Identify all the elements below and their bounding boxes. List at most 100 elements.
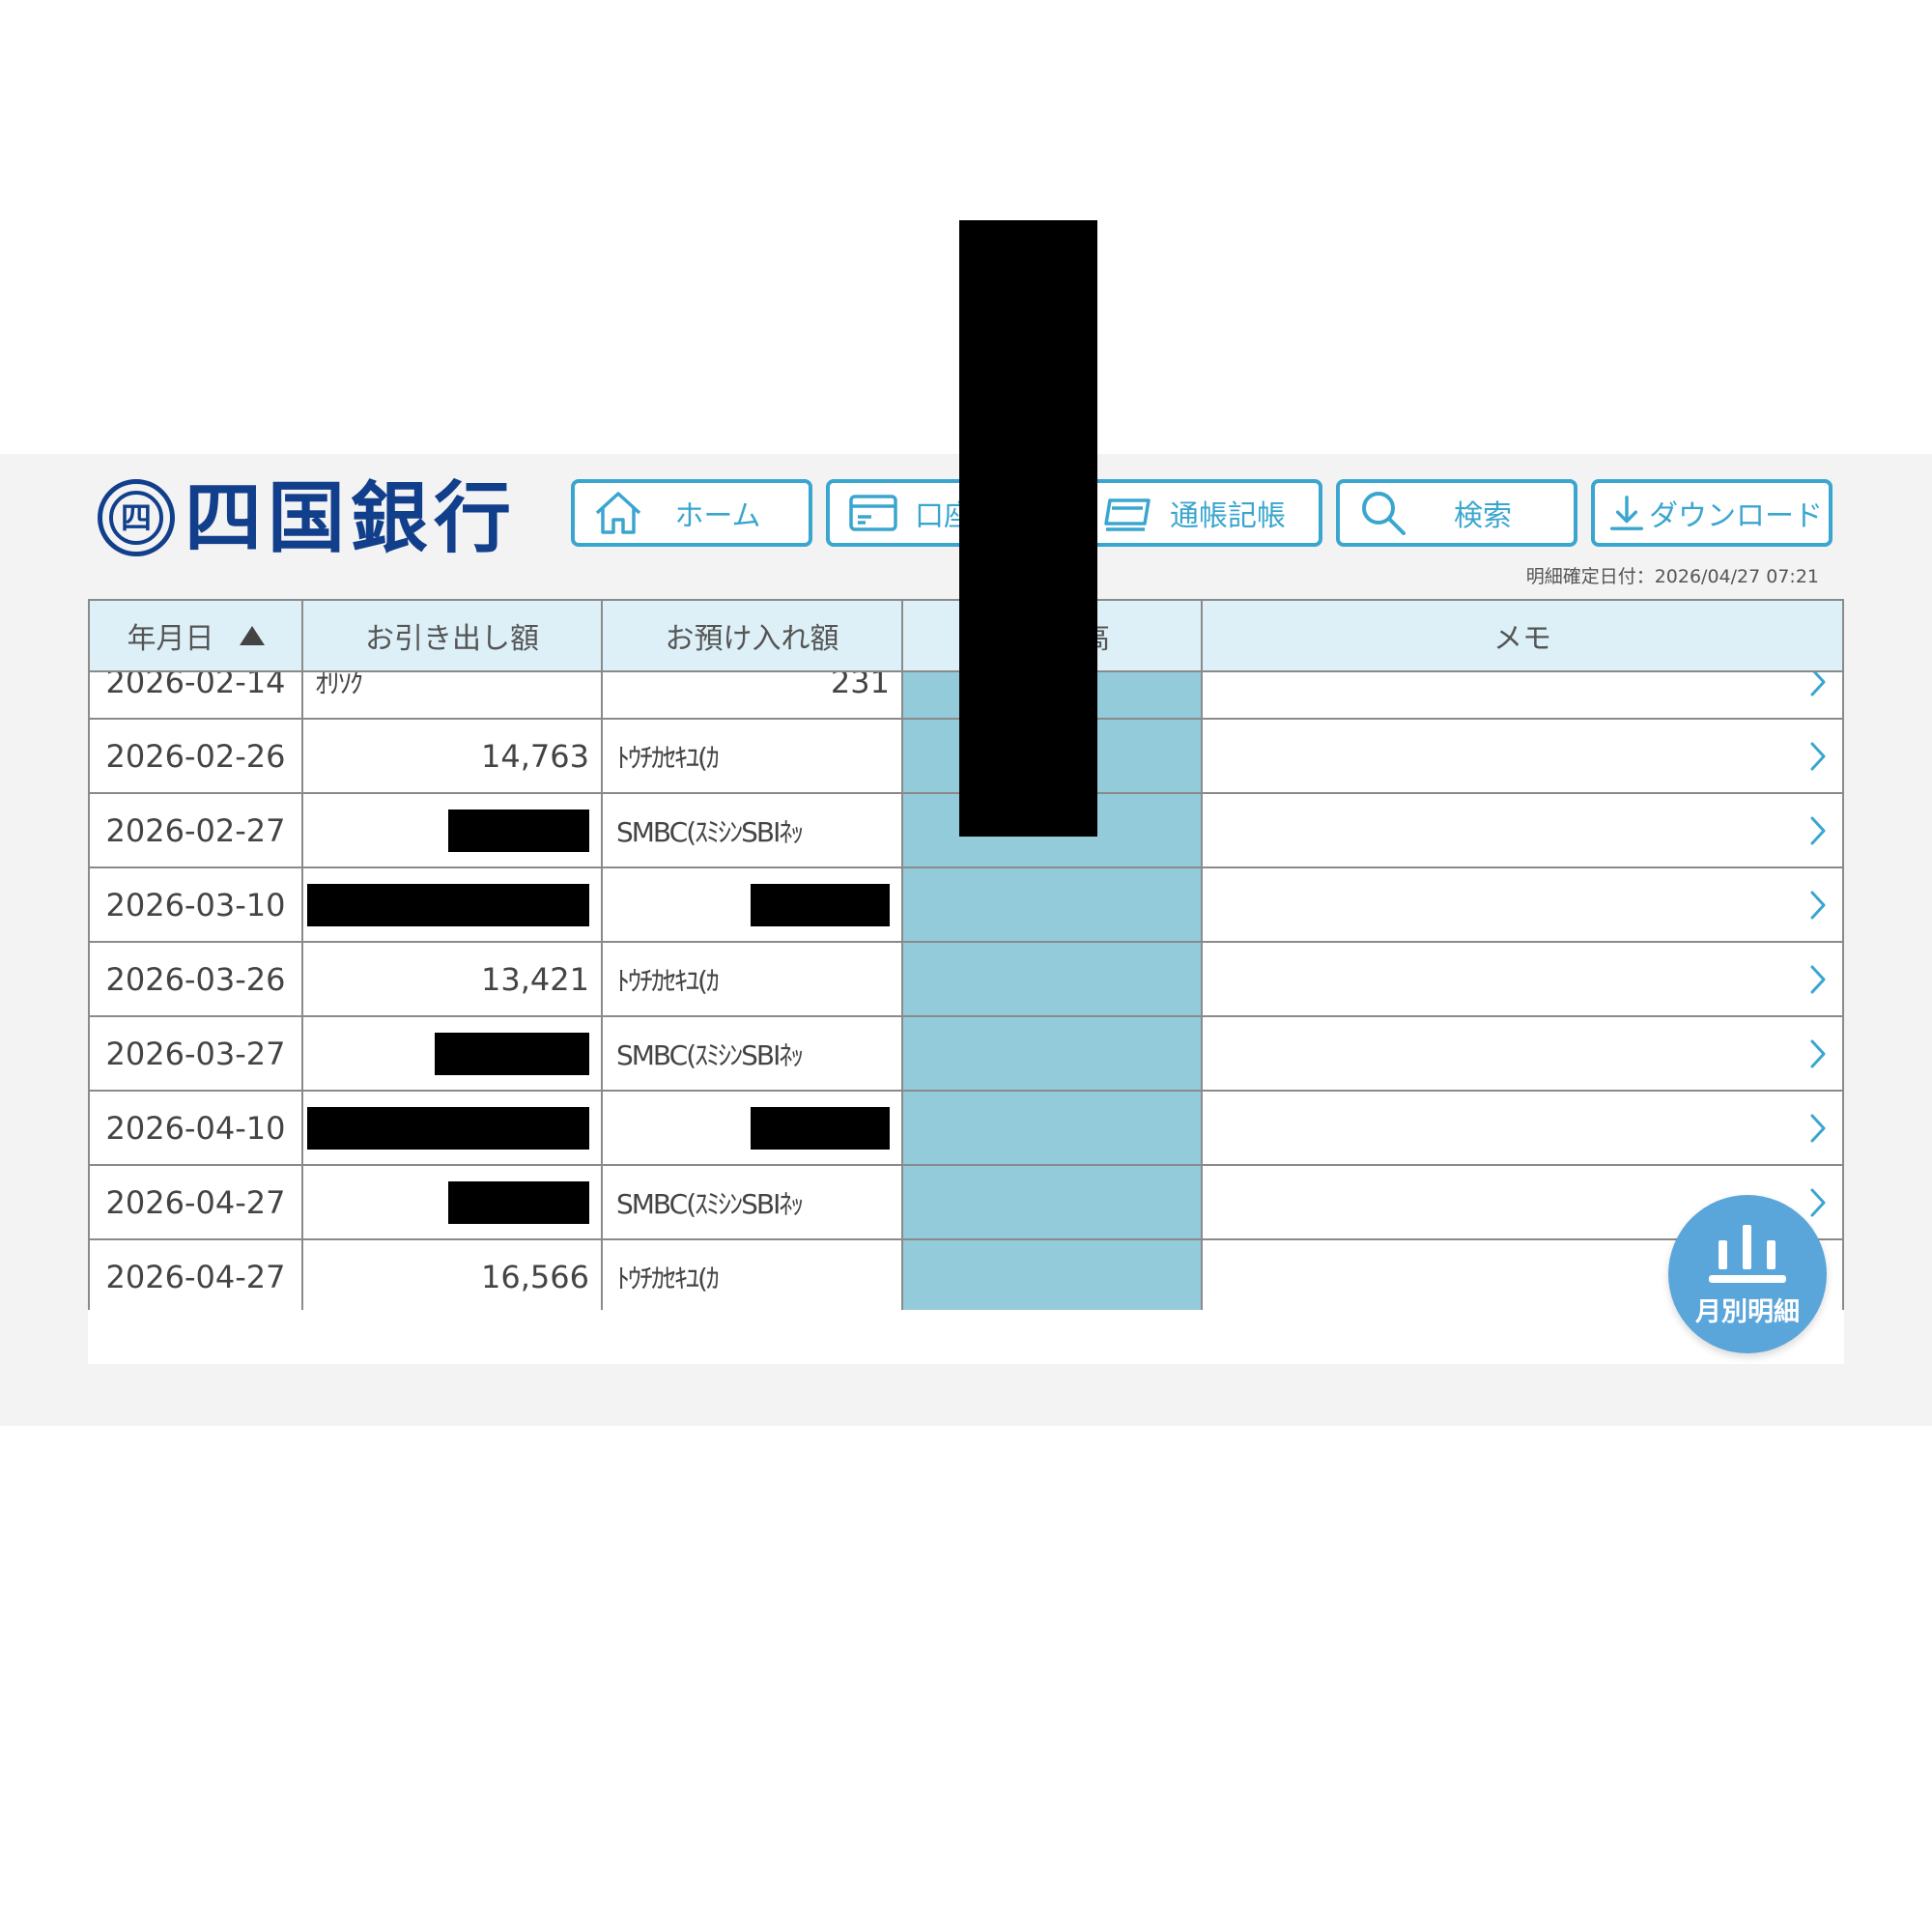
cell-memo[interactable] <box>1201 1092 1844 1164</box>
cell-deposit: ﾄｳﾁｶｾｷﾕ(ｶ <box>601 943 901 1015</box>
chevron-right-icon[interactable] <box>1807 670 1829 699</box>
cell-withdrawal <box>301 794 601 867</box>
chevron-right-icon[interactable] <box>1807 1037 1829 1071</box>
chevron-right-icon[interactable] <box>1807 1111 1829 1146</box>
chevron-right-icon[interactable] <box>1807 813 1829 848</box>
bar-chart-icon <box>1709 1224 1786 1283</box>
redaction-block <box>448 1180 589 1224</box>
cell-withdrawal <box>301 868 601 941</box>
redaction-block <box>751 883 890 926</box>
main-nav: ホーム 口座選択 通帳記帳 検索 <box>571 479 1833 547</box>
table-row[interactable]: 2026-03-10 <box>88 868 1844 943</box>
cell-deposit: 231 <box>601 670 901 718</box>
cell-withdrawal-value: 13,421 <box>481 960 589 998</box>
statement-confirm-date: 明細確定日付：2026/04/27 07:21 <box>1525 566 1819 587</box>
cell-memo[interactable] <box>1201 943 1844 1015</box>
cell-deposit-value: ﾄｳﾁｶｾｷﾕ(ｶ <box>616 964 720 997</box>
cell-withdrawal-value: 16,566 <box>481 1258 589 1295</box>
cell-memo[interactable] <box>1201 794 1844 867</box>
cell-balance <box>901 1240 1201 1310</box>
cell-deposit-value: ﾄｳﾁｶｾｷﾕ(ｶ <box>616 1262 720 1294</box>
table-row[interactable]: 2026-04-27 16,566 ﾄｳﾁｶｾｷﾕ(ｶ <box>88 1240 1844 1310</box>
search-label: 検索 <box>1454 499 1512 533</box>
cell-deposit-value: ﾄｳﾁｶｾｷﾕ(ｶ <box>616 741 720 774</box>
cell-balance <box>901 1166 1201 1238</box>
cell-withdrawal <box>301 1017 601 1090</box>
cell-withdrawal <box>301 1166 601 1238</box>
passbook-icon <box>1104 498 1151 531</box>
logo-mark-glyph: 四 <box>109 491 163 545</box>
cell-deposit-value: SMBC(ｽﾐｼﾝSBIﾈｯ <box>616 815 804 848</box>
cell-date: 2026-03-26 <box>88 943 301 1015</box>
search-icon <box>1362 492 1406 535</box>
table-row[interactable]: 2026-04-27 SMBC(ｽﾐｼﾝSBIﾈｯ <box>88 1166 1844 1240</box>
download-button[interactable]: ダウンロード <box>1591 479 1833 547</box>
chevron-right-icon[interactable] <box>1807 739 1829 774</box>
home-icon <box>595 492 641 534</box>
redaction-block <box>435 1032 589 1075</box>
col-date[interactable]: 年月日 <box>90 601 303 670</box>
cell-deposit: SMBC(ｽﾐｼﾝSBIﾈｯ <box>601 1017 901 1090</box>
cell-date: 2026-03-10 <box>88 868 301 941</box>
cell-withdrawal: 13,421 <box>301 943 601 1015</box>
cell-memo[interactable] <box>1201 1017 1844 1090</box>
cell-memo[interactable] <box>1201 720 1844 792</box>
cell-date: 2026-02-27 <box>88 794 301 867</box>
redaction-block <box>307 883 589 926</box>
chevron-right-icon[interactable] <box>1807 1185 1829 1220</box>
col-deposit: お預け入れ額 <box>603 601 903 670</box>
cell-date: 2026-04-27 <box>88 1240 301 1310</box>
cell-date: 2026-04-10 <box>88 1092 301 1164</box>
cell-deposit-value: SMBC(ｽﾐｼﾝSBIﾈｯ <box>616 1038 804 1071</box>
bank-name: 四国銀行 <box>185 472 517 563</box>
card-icon <box>849 495 897 531</box>
cell-deposit-value: SMBC(ｽﾐｼﾝSBIﾈｯ <box>616 1187 804 1220</box>
cell-withdrawal-value: ｵﾘｿｸ <box>315 670 363 699</box>
redaction-block <box>307 1106 589 1150</box>
cell-withdrawal <box>301 1092 601 1164</box>
cell-balance <box>901 943 1201 1015</box>
cell-memo[interactable] <box>1201 670 1844 718</box>
cell-withdrawal: ｵﾘｿｸ <box>301 670 601 718</box>
cell-withdrawal-value: 14,763 <box>481 737 589 775</box>
cell-withdrawal: 14,763 <box>301 720 601 792</box>
col-date-label: 年月日 <box>127 622 214 656</box>
cell-memo[interactable] <box>1201 868 1844 941</box>
cell-date: 2026-03-27 <box>88 1017 301 1090</box>
download-label: ダウンロード <box>1649 499 1823 533</box>
logo-mark-icon: 四 <box>98 479 175 556</box>
table-row[interactable]: 2026-03-27 SMBC(ｽﾐｼﾝSBIﾈｯ <box>88 1017 1844 1092</box>
cell-balance <box>901 868 1201 941</box>
cell-deposit: ﾄｳﾁｶｾｷﾕ(ｶ <box>601 1240 901 1310</box>
bank-logo[interactable]: 四 四国銀行 <box>98 471 517 564</box>
cell-deposit: ﾄｳﾁｶｾｷﾕ(ｶ <box>601 720 901 792</box>
sort-ascending-icon[interactable] <box>239 626 265 645</box>
passbook-button[interactable]: 通帳記帳 <box>1081 479 1322 547</box>
passbook-label: 通帳記帳 <box>1170 499 1286 533</box>
redaction-block <box>448 809 589 852</box>
cell-date: 2026-04-27 <box>88 1166 301 1238</box>
cell-balance <box>901 1017 1201 1090</box>
home-button-label: ホーム <box>674 499 761 533</box>
cell-deposit-value: 231 <box>830 670 890 700</box>
cell-withdrawal: 16,566 <box>301 1240 601 1310</box>
table-row[interactable]: 2026-04-10 <box>88 1092 1844 1166</box>
cell-deposit: SMBC(ｽﾐｼﾝSBIﾈｯ <box>601 794 901 867</box>
cell-deposit <box>601 868 901 941</box>
balance-redaction <box>959 220 1097 837</box>
monthly-statement-label: 月別明細 <box>1695 1296 1800 1327</box>
col-withdrawal: お引き出し額 <box>303 601 603 670</box>
search-button[interactable]: 検索 <box>1336 479 1577 547</box>
col-memo: メモ <box>1493 622 1551 656</box>
cell-balance <box>901 1092 1201 1164</box>
cell-date: 2026-02-26 <box>88 720 301 792</box>
table-row[interactable]: 2026-03-26 13,421 ﾄｳﾁｶｾｷﾕ(ｶ <box>88 943 1844 1017</box>
chevron-right-icon[interactable] <box>1807 962 1829 997</box>
redaction-block <box>751 1106 890 1150</box>
cell-deposit: SMBC(ｽﾐｼﾝSBIﾈｯ <box>601 1166 901 1238</box>
chevron-right-icon[interactable] <box>1807 888 1829 923</box>
download-icon <box>1609 496 1644 530</box>
cell-deposit <box>601 1092 901 1164</box>
home-button[interactable]: ホーム <box>571 479 812 547</box>
monthly-statement-button[interactable]: 月別明細 <box>1668 1195 1827 1353</box>
